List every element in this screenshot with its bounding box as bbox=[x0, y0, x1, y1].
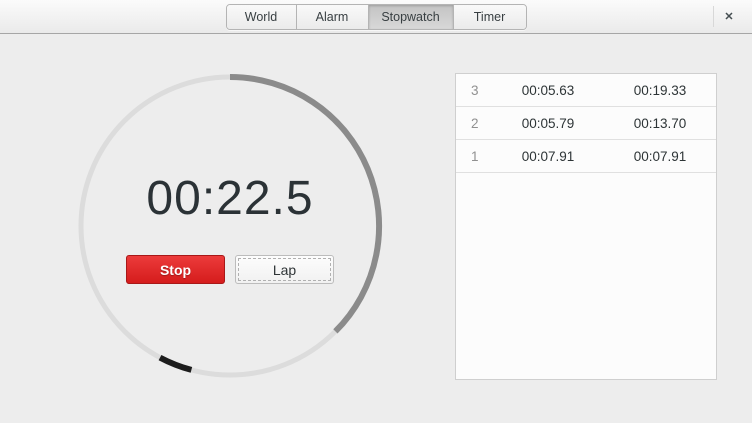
time-display: 00:22.5 bbox=[75, 173, 385, 226]
close-button[interactable]: ✕ bbox=[716, 0, 742, 33]
view-switcher: World Alarm Stopwatch Timer bbox=[226, 4, 527, 30]
lap-total-time: 00:13.70 bbox=[604, 116, 716, 131]
tab-stopwatch[interactable]: Stopwatch bbox=[369, 5, 454, 29]
stopwatch-controls: Stop Lap bbox=[75, 255, 385, 284]
lap-row[interactable]: 1 00:07.91 00:07.91 bbox=[456, 140, 716, 173]
tab-timer-label: Timer bbox=[474, 10, 505, 24]
stopwatch-panel: 00:22.5 Stop Lap bbox=[75, 71, 385, 381]
tab-world[interactable]: World bbox=[227, 5, 297, 29]
lap-duration: 00:05.79 bbox=[492, 116, 604, 131]
tab-world-label: World bbox=[245, 10, 277, 24]
lap-total-time: 00:07.91 bbox=[604, 149, 716, 164]
lap-button[interactable]: Lap bbox=[235, 255, 334, 284]
tab-stopwatch-label: Stopwatch bbox=[381, 10, 439, 24]
ring-marker-arc bbox=[160, 358, 191, 370]
close-icon: ✕ bbox=[724, 10, 733, 23]
header-separator bbox=[713, 6, 714, 27]
laps-list[interactable]: 3 00:05.63 00:19.33 2 00:05.79 00:13.70 … bbox=[455, 73, 717, 380]
lap-row[interactable]: 3 00:05.63 00:19.33 bbox=[456, 74, 716, 107]
lap-number: 2 bbox=[456, 116, 492, 131]
clocks-window: World Alarm Stopwatch Timer ✕ 00:22.5 St… bbox=[0, 0, 752, 423]
tab-alarm-label: Alarm bbox=[316, 10, 349, 24]
lap-duration: 00:05.63 bbox=[492, 83, 604, 98]
lap-row[interactable]: 2 00:05.79 00:13.70 bbox=[456, 107, 716, 140]
lap-duration: 00:07.91 bbox=[492, 149, 604, 164]
lap-number: 1 bbox=[456, 149, 492, 164]
lap-total-time: 00:19.33 bbox=[604, 83, 716, 98]
headerbar: World Alarm Stopwatch Timer ✕ bbox=[0, 0, 752, 34]
lap-number: 3 bbox=[456, 83, 492, 98]
tab-timer[interactable]: Timer bbox=[454, 5, 526, 29]
progress-ring bbox=[75, 71, 385, 381]
tab-alarm[interactable]: Alarm bbox=[297, 5, 369, 29]
stop-button[interactable]: Stop bbox=[126, 255, 225, 284]
